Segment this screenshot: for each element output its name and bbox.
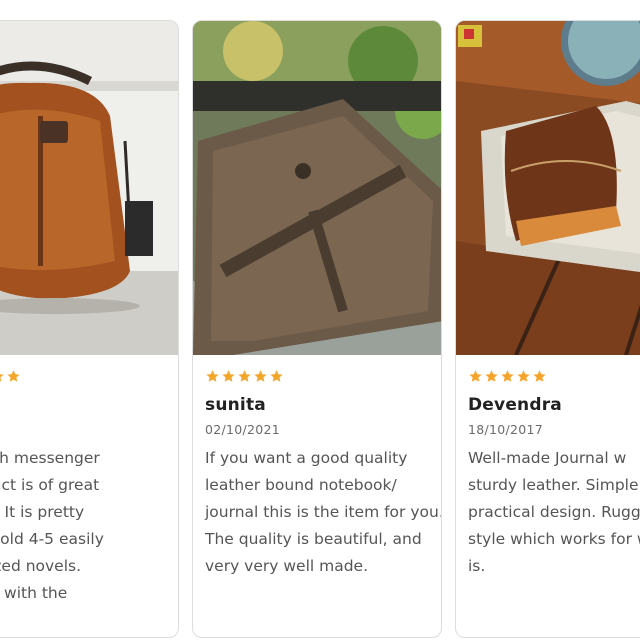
- review-text-line: overall. It is pretty: [0, 503, 85, 521]
- review-card[interactable]: Devendra 18/10/2017 Well-made Journal w …: [455, 20, 640, 638]
- review-text: If you want a good quality leather bound…: [205, 445, 442, 580]
- star-icon: [222, 369, 235, 382]
- review-text-line: leather bound notebook/: [205, 476, 397, 494]
- star-icon: [485, 369, 498, 382]
- review-text: d 11inch messenger e product is of great…: [0, 445, 170, 634]
- star-icon: [238, 369, 251, 382]
- review-text-line: very very well made.: [205, 557, 369, 575]
- review-card[interactable]: n 9 d 11inch messenger e product is of g…: [0, 20, 179, 638]
- star-icon: [533, 369, 546, 382]
- reviewer-name: sunita: [205, 395, 266, 415]
- star-icon: [517, 369, 530, 382]
- reviewer-name: n: [0, 395, 170, 415]
- review-text-line: journal this is the item for you.: [205, 503, 442, 521]
- review-text-line: It can hold 4-5 easily: [0, 530, 104, 548]
- review-date: 18/10/2017: [468, 422, 544, 437]
- star-icon: [206, 369, 219, 382]
- reviews-carousel: n 9 d 11inch messenger e product is of g…: [0, 0, 640, 644]
- reviewer-name: Devendra: [468, 395, 562, 415]
- star-icon: [0, 373, 4, 382]
- review-photo-backpack[interactable]: [0, 21, 178, 355]
- review-text-line: sturdy leather. Simple: [468, 476, 639, 494]
- review-text-line: is.: [468, 557, 486, 575]
- review-card[interactable]: sunita 02/10/2021 If you want a good qua…: [192, 20, 442, 638]
- star-icon: [254, 369, 267, 382]
- review-text-line: d 11inch messenger: [0, 449, 100, 467]
- review-text-line: practical design. Rugg: [468, 503, 640, 521]
- review-text-line: atisfied with the: [0, 584, 68, 602]
- rating-stars: [0, 367, 170, 385]
- review-text-line: style which works for w: [468, 530, 640, 548]
- review-photo-journal-desk[interactable]: [456, 21, 640, 355]
- review-text-line: t.: [0, 607, 170, 634]
- review-date: 9: [0, 422, 170, 437]
- review-text-line: The quality is beautiful, and: [205, 530, 422, 548]
- review-date: 02/10/2021: [205, 422, 281, 437]
- star-icon: [7, 369, 20, 382]
- review-text-line: cent sized novels.: [0, 557, 82, 575]
- review-text-line: If you want a good quality: [205, 449, 408, 467]
- star-icon: [270, 369, 283, 382]
- star-icon: [469, 369, 482, 382]
- star-icon: [501, 369, 514, 382]
- review-text-line: e product is of great: [0, 476, 100, 494]
- rating-stars: [468, 367, 640, 385]
- rating-stars: [205, 367, 433, 385]
- review-text-line: Well-made Journal w: [468, 449, 627, 467]
- review-photo-journal-strap[interactable]: [193, 21, 441, 355]
- review-text: Well-made Journal w sturdy leather. Simp…: [468, 445, 640, 580]
